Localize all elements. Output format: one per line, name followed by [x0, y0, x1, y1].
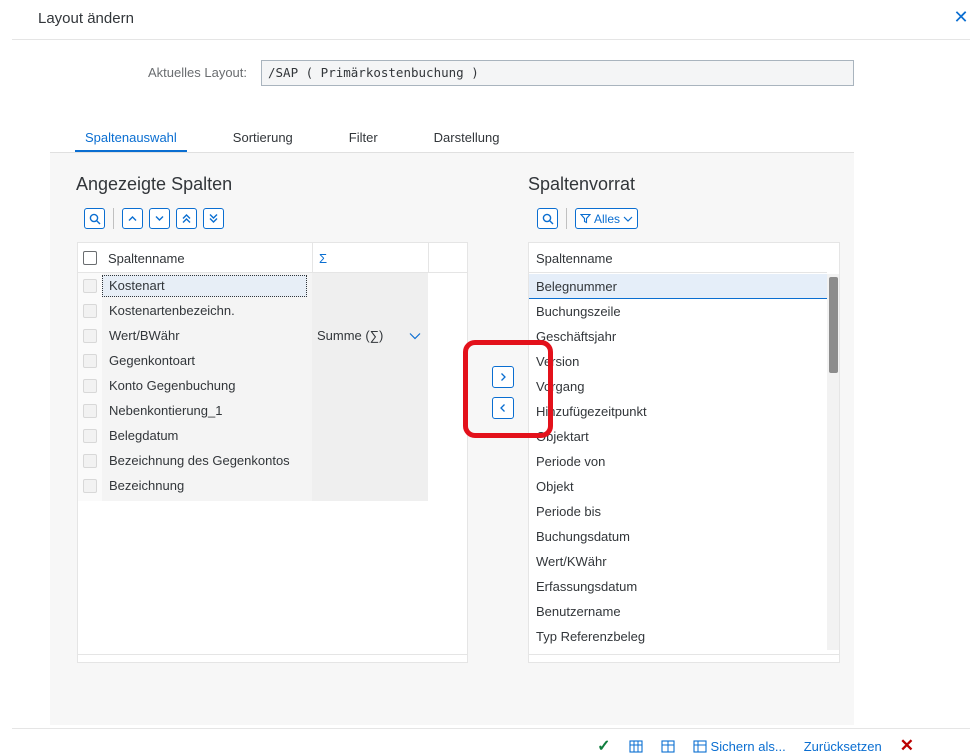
- left-toolbar: [84, 208, 224, 229]
- list-item[interactable]: Objekt: [536, 474, 574, 499]
- available-columns-title: Spaltenvorrat: [528, 174, 636, 194]
- save-layout-button[interactable]: [628, 739, 643, 753]
- column-header-name: Spaltenname: [536, 251, 613, 266]
- list-item[interactable]: Benutzername: [536, 599, 621, 624]
- table-row[interactable]: Nebenkontierung_1: [78, 398, 428, 423]
- confirm-check-icon[interactable]: ✓: [597, 736, 610, 753]
- row-checkbox[interactable]: [83, 379, 97, 393]
- list-item[interactable]: Erfassungsdatum: [536, 574, 637, 599]
- table-row[interactable]: Kostenartenbezeichn.: [78, 298, 428, 323]
- footer-toolbar: ✓ Sichern als... Zurücksetzen ✕: [597, 736, 914, 753]
- chevron-down-icon[interactable]: [409, 331, 421, 341]
- tab-spaltenauswahl[interactable]: Spaltenauswahl: [75, 128, 187, 152]
- layout-save-as-icon: [692, 739, 707, 753]
- list-item[interactable]: Vorgang: [536, 374, 584, 399]
- cancel-icon[interactable]: ✕: [900, 736, 914, 753]
- table-row[interactable]: Kostenart: [78, 273, 428, 298]
- search-button[interactable]: [537, 208, 558, 229]
- list-item[interactable]: Periode bis: [536, 499, 601, 524]
- tab-filter[interactable]: Filter: [339, 128, 388, 152]
- row-checkbox[interactable]: [83, 279, 97, 293]
- list-item[interactable]: Buchungszeile: [536, 299, 621, 324]
- double-chevron-up-icon: [182, 214, 191, 223]
- column-header-sum: Σ: [319, 251, 328, 266]
- row-checkbox[interactable]: [83, 329, 97, 343]
- list-item[interactable]: Hinzufügezeitpunkt: [536, 399, 647, 424]
- footer-divider: [12, 728, 970, 729]
- table-header: Spaltenname Σ: [78, 243, 467, 273]
- move-down-button[interactable]: [149, 208, 170, 229]
- table-row[interactable]: Bezeichnung: [78, 473, 428, 498]
- chevron-down-icon: [155, 216, 164, 221]
- row-checkbox[interactable]: [83, 454, 97, 468]
- tab-bar: Spaltenauswahl Sortierung Filter Darstel…: [75, 128, 509, 152]
- layout-label: Aktuelles Layout:: [148, 65, 248, 80]
- displayed-columns-title: Angezeigte Spalten: [76, 174, 233, 194]
- reset-button[interactable]: Zurücksetzen: [804, 739, 882, 753]
- filter-label: Alles: [594, 211, 621, 226]
- save-as-button[interactable]: Sichern als...: [692, 738, 786, 753]
- remove-column-button[interactable]: [492, 397, 514, 419]
- chevron-right-icon: [501, 373, 506, 381]
- move-top-button[interactable]: [176, 208, 197, 229]
- column-header-name: Spaltenname: [108, 251, 185, 266]
- table-row[interactable]: Belegdatum: [78, 423, 428, 448]
- toolbar-separator: [566, 208, 567, 229]
- header-divider: [12, 39, 970, 40]
- table-row[interactable]: Bezeichnung des Gegenkontos: [78, 448, 428, 473]
- add-column-button[interactable]: [492, 366, 514, 388]
- layout-save-icon: [628, 739, 643, 753]
- tab-darstellung[interactable]: Darstellung: [424, 128, 510, 152]
- list-item[interactable]: Periode von: [536, 449, 605, 474]
- select-all-checkbox[interactable]: [83, 251, 97, 265]
- move-up-button[interactable]: [122, 208, 143, 229]
- right-toolbar: Alles: [537, 208, 639, 229]
- close-icon[interactable]: ✕: [952, 6, 970, 28]
- chevron-up-icon: [128, 216, 137, 221]
- search-icon: [542, 213, 553, 224]
- tab-sortierung[interactable]: Sortierung: [223, 128, 303, 152]
- row-checkbox[interactable]: [83, 479, 97, 493]
- layout-grid-icon: [660, 739, 675, 753]
- table-header: Spaltenname: [529, 243, 827, 273]
- list-item[interactable]: Buchungsdatum: [536, 524, 630, 549]
- list-item[interactable]: Version: [536, 349, 579, 374]
- row-checkbox[interactable]: [83, 354, 97, 368]
- toolbar-separator: [113, 208, 114, 229]
- row-checkbox[interactable]: [83, 404, 97, 418]
- table-row[interactable]: Wert/BWähr Summe (∑): [78, 323, 428, 348]
- double-chevron-down-icon: [209, 214, 218, 223]
- search-button[interactable]: [84, 208, 105, 229]
- row-checkbox[interactable]: [83, 429, 97, 443]
- chevron-left-icon: [500, 404, 505, 412]
- save-as-label: Sichern als...: [710, 738, 786, 753]
- current-layout-field[interactable]: /SAP ( Primärkostenbuchung ): [261, 60, 854, 86]
- dialog-title: Layout ändern: [38, 10, 134, 27]
- move-bottom-button[interactable]: [203, 208, 224, 229]
- row-checkbox[interactable]: [83, 304, 97, 318]
- list-item[interactable]: Objektart: [536, 424, 589, 449]
- filter-icon: [580, 213, 591, 224]
- scrollbar-thumb[interactable]: [829, 277, 838, 373]
- filter-button[interactable]: Alles: [575, 208, 639, 229]
- table-row[interactable]: Gegenkontoart: [78, 348, 428, 373]
- list-item[interactable]: Typ Referenzbeleg: [536, 624, 645, 649]
- list-item[interactable]: Belegnummer: [536, 274, 617, 299]
- list-item[interactable]: Geschäftsjahr: [536, 324, 616, 349]
- displayed-columns-table: Spaltenname Σ Kostenart Kostenartenbezei…: [77, 242, 468, 663]
- chevron-down-icon: [623, 216, 633, 222]
- layout-settings-button[interactable]: [660, 739, 675, 753]
- search-icon: [89, 213, 100, 224]
- list-item[interactable]: Wert/KWähr: [536, 549, 607, 574]
- table-row[interactable]: Konto Gegenbuchung: [78, 373, 428, 398]
- available-columns-table: Spaltenname Belegnummer Buchungszeile Ge…: [528, 242, 840, 663]
- sum-select[interactable]: Summe (∑): [317, 323, 383, 348]
